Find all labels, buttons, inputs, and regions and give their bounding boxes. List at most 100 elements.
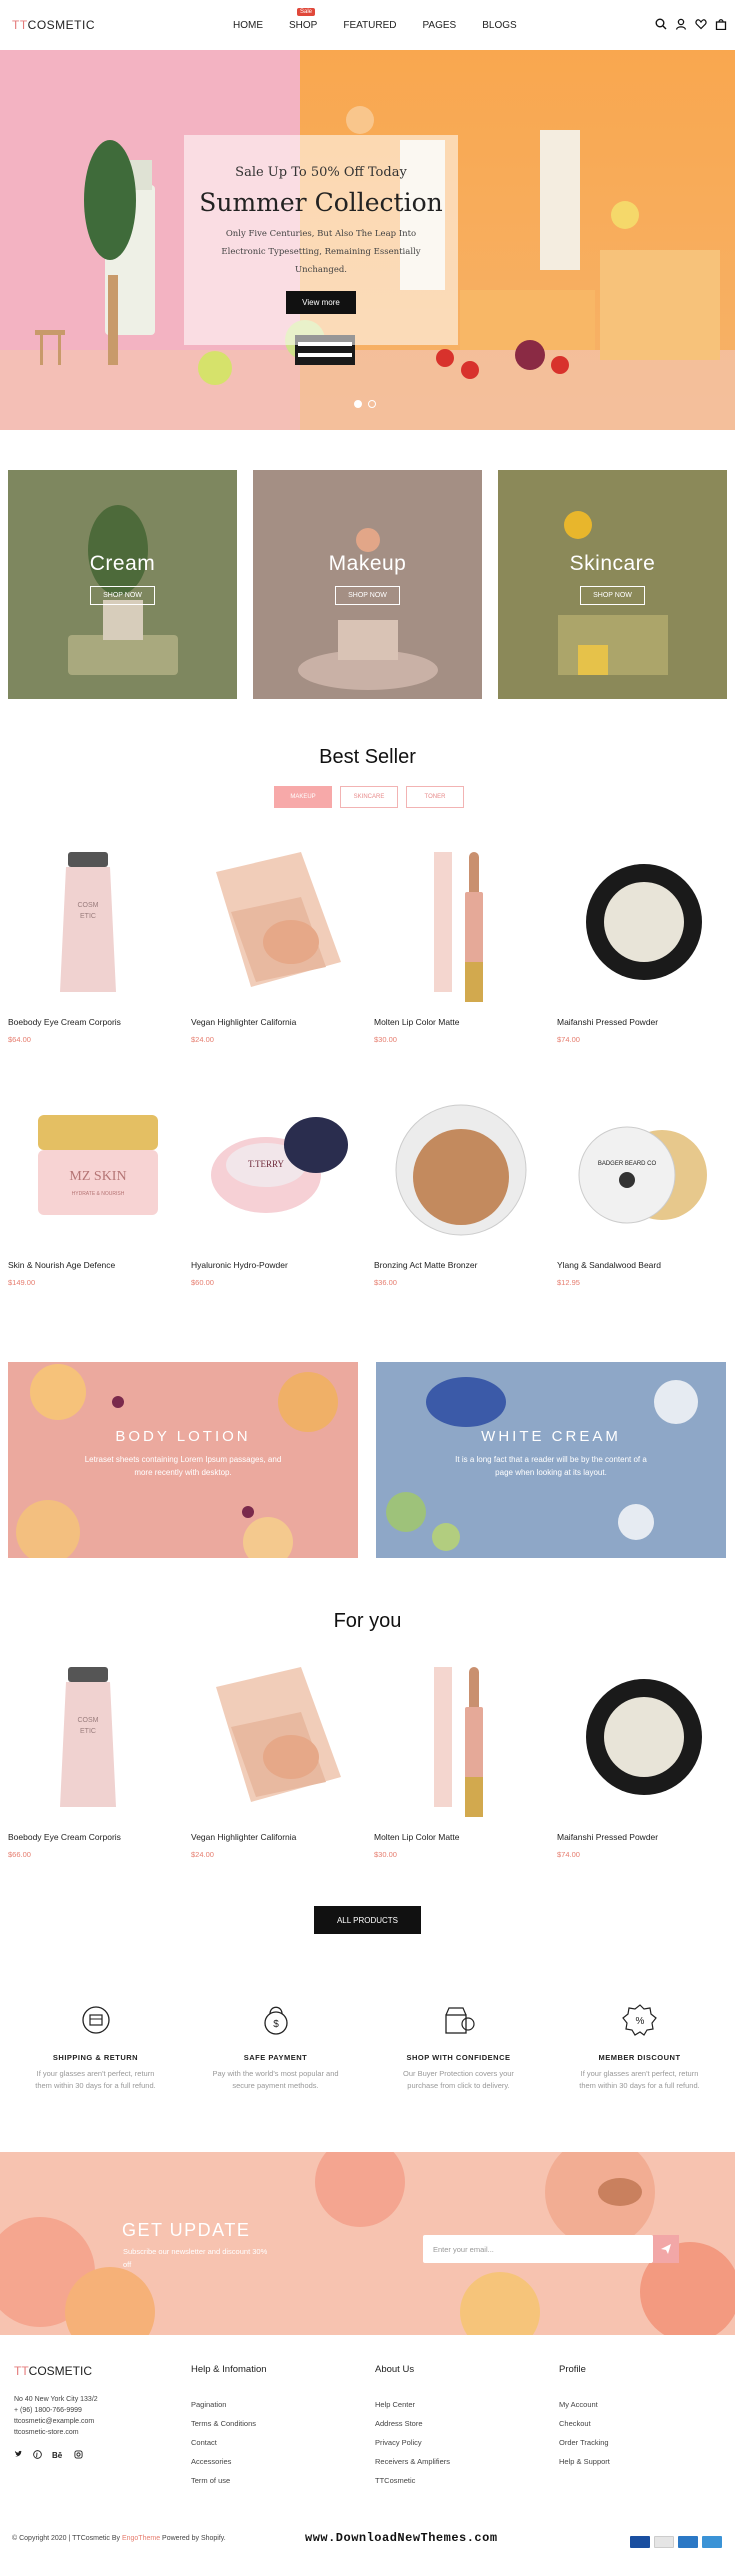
product-card[interactable]: T.TERRY Hyaluronic Hydro-Powder $60.00 [191, 1085, 366, 1287]
footer-link[interactable]: Order Tracking [559, 2438, 610, 2447]
product-price: $24.00 [191, 1850, 214, 1859]
footer-link[interactable]: Receivers & Amplifiers [375, 2457, 450, 2466]
product-card[interactable]: MZ SKIN HYDRATE & NOURISH Skin & Nourish … [8, 1085, 183, 1287]
footer-logo[interactable]: TTCOSMETIC [14, 2364, 98, 2378]
footer-link[interactable]: TTCosmetic [375, 2476, 450, 2485]
footer-link[interactable]: Help & Support [559, 2457, 610, 2466]
product-price: $64.00 [8, 1035, 31, 1044]
banner-title: BODY LOTION [115, 1428, 251, 1445]
product-name[interactable]: Boebody Eye Cream Corporis [8, 1017, 183, 1027]
nav-pages[interactable]: PAGES [423, 20, 457, 31]
category-title: Skincare [569, 552, 656, 575]
email-field[interactable]: Enter your email... [423, 2235, 653, 2263]
footer-link[interactable]: My Account [559, 2400, 610, 2409]
product-price: $24.00 [191, 1035, 214, 1044]
nav-shop[interactable]: Sale SHOP [289, 8, 317, 31]
discount-icon: % [621, 2004, 657, 2036]
email[interactable]: ttcosmetic@example.com [14, 2418, 98, 2425]
product-card[interactable]: Maifanshi Pressed Powder $74.00 [557, 1657, 732, 1859]
twitter-icon[interactable] [14, 2450, 23, 2459]
slider-dot-1[interactable] [354, 400, 362, 408]
product-card[interactable]: Molten Lip Color Matte $30.00 [374, 842, 549, 1044]
product-image [586, 864, 702, 980]
paypal-icon [678, 2536, 698, 2548]
for-you-title: For you [333, 1610, 402, 1632]
tab-skincare[interactable]: SKINCARE [340, 786, 398, 808]
footer-link[interactable]: Pagination [191, 2400, 267, 2409]
category-makeup[interactable]: Makeup SHOP NOW [253, 470, 482, 699]
product-name[interactable]: Bronzing Act Matte Bronzer [374, 1260, 549, 1270]
hero-title: Summer Collection [199, 188, 443, 217]
nav-blogs[interactable]: BLOGS [482, 20, 516, 31]
feature-text: If your glasses aren't perfect, return t… [579, 2069, 700, 2090]
heart-icon[interactable] [695, 18, 707, 30]
product-card[interactable]: COSM ETIC Boebody Eye Cream Corporis $64.… [8, 842, 183, 1044]
footer-logo-tt: TT [14, 2364, 29, 2378]
product-name[interactable]: Maifanshi Pressed Powder [557, 1832, 732, 1842]
footer-link[interactable]: Privacy Policy [375, 2438, 450, 2447]
product-price: $74.00 [557, 1850, 580, 1859]
product-card[interactable]: COSM ETIC Boebody Eye Cream Corporis $66.… [8, 1657, 183, 1859]
footer-link[interactable]: Help Center [375, 2400, 450, 2409]
bag-icon[interactable] [715, 18, 727, 30]
product-card[interactable]: Vegan Highlighter California $24.00 [191, 1657, 366, 1859]
behance-icon[interactable]: Bē [52, 2450, 64, 2459]
user-icon[interactable] [675, 18, 687, 30]
all-products-button[interactable]: ALL PRODUCTS [314, 1906, 421, 1934]
feature-title: SHIPPING & RETURN [52, 2053, 139, 2062]
category-cream[interactable]: Cream SHOP NOW [8, 470, 237, 699]
subscribe-button[interactable] [653, 2235, 679, 2263]
footer-link[interactable]: Terms & Conditions [191, 2419, 267, 2428]
shop-now-button[interactable]: SHOP NOW [90, 586, 155, 605]
footer-link[interactable]: Checkout [559, 2419, 610, 2428]
product-name[interactable]: Ylang & Sandalwood Beard [557, 1260, 732, 1270]
product-name[interactable]: Skin & Nourish Age Defence [8, 1260, 183, 1270]
product-name[interactable]: Maifanshi Pressed Powder [557, 1017, 732, 1027]
website[interactable]: ttcosmetic-store.com [14, 2429, 98, 2436]
product-card[interactable]: Vegan Highlighter California $24.00 [191, 842, 366, 1044]
product-name[interactable]: Hyaluronic Hydro-Powder [191, 1260, 366, 1270]
product-name[interactable]: Molten Lip Color Matte [374, 1017, 549, 1027]
footer-link[interactable]: Contact [191, 2438, 267, 2447]
product-card[interactable]: Maifanshi Pressed Powder $74.00 [557, 842, 732, 1044]
copyright-brand-link[interactable]: EngoTheme [122, 2535, 160, 2542]
footer-link[interactable]: Address Store [375, 2419, 450, 2428]
product-card[interactable]: BADGER BEARD CO Ylang & Sandalwood Beard… [557, 1085, 732, 1287]
footer-logo-rest: COSMETIC [28, 2364, 93, 2378]
footer-link[interactable]: Accessories [191, 2457, 267, 2466]
product-name[interactable]: Boebody Eye Cream Corporis [8, 1832, 183, 1842]
product-image: COSM ETIC [60, 1667, 116, 1807]
logo-tt: TT [12, 18, 28, 32]
footer-about-us: About Us Help Center Address Store Priva… [375, 2364, 450, 2495]
banner-white-cream[interactable]: WHITE CREAM It is a long fact that a rea… [376, 1362, 726, 1558]
footer-link[interactable]: Term of use [191, 2476, 267, 2485]
svg-text:BADGER BEARD CO: BADGER BEARD CO [598, 1161, 657, 1167]
product-name[interactable]: Vegan Highlighter California [191, 1832, 366, 1842]
nav-home[interactable]: HOME [233, 20, 263, 31]
shop-now-button[interactable]: SHOP NOW [580, 586, 645, 605]
instagram-icon[interactable] [74, 2450, 83, 2459]
category-skincare[interactable]: Skincare SHOP NOW [498, 470, 727, 699]
product-card[interactable]: Bronzing Act Matte Bronzer $36.00 [374, 1085, 549, 1287]
view-more-button[interactable]: View more [286, 291, 356, 314]
svg-text:COSM: COSM [78, 1717, 99, 1724]
shop-now-button[interactable]: SHOP NOW [335, 586, 400, 605]
product-price: $149.00 [8, 1278, 36, 1287]
slider-dot-2[interactable] [368, 400, 376, 408]
product-card[interactable]: Molten Lip Color Matte $30.00 [374, 1657, 549, 1859]
banner-body-lotion[interactable]: BODY LOTION Letraset sheets containing L… [8, 1362, 358, 1558]
nav-featured[interactable]: FEATURED [343, 20, 396, 31]
tab-toner[interactable]: TONER [406, 786, 464, 808]
header-icons [655, 18, 727, 30]
svg-text:HYDRATE & NOURISH: HYDRATE & NOURISH [72, 1191, 125, 1197]
product-image: COSM ETIC [60, 852, 116, 992]
tab-makeup[interactable]: MAKEUP [274, 786, 332, 808]
pinterest-icon[interactable] [33, 2450, 42, 2459]
product-name[interactable]: Molten Lip Color Matte [374, 1832, 549, 1842]
hero-sale-text: Sale Up To 50% Off Today [235, 165, 407, 180]
search-icon[interactable] [655, 18, 667, 30]
product-name[interactable]: Vegan Highlighter California [191, 1017, 366, 1027]
feature-text: Our Buyer Protection covers your purchas… [403, 2069, 514, 2090]
logo[interactable]: TTCOSMETIC [12, 18, 95, 32]
product-price: $12.95 [557, 1278, 580, 1287]
